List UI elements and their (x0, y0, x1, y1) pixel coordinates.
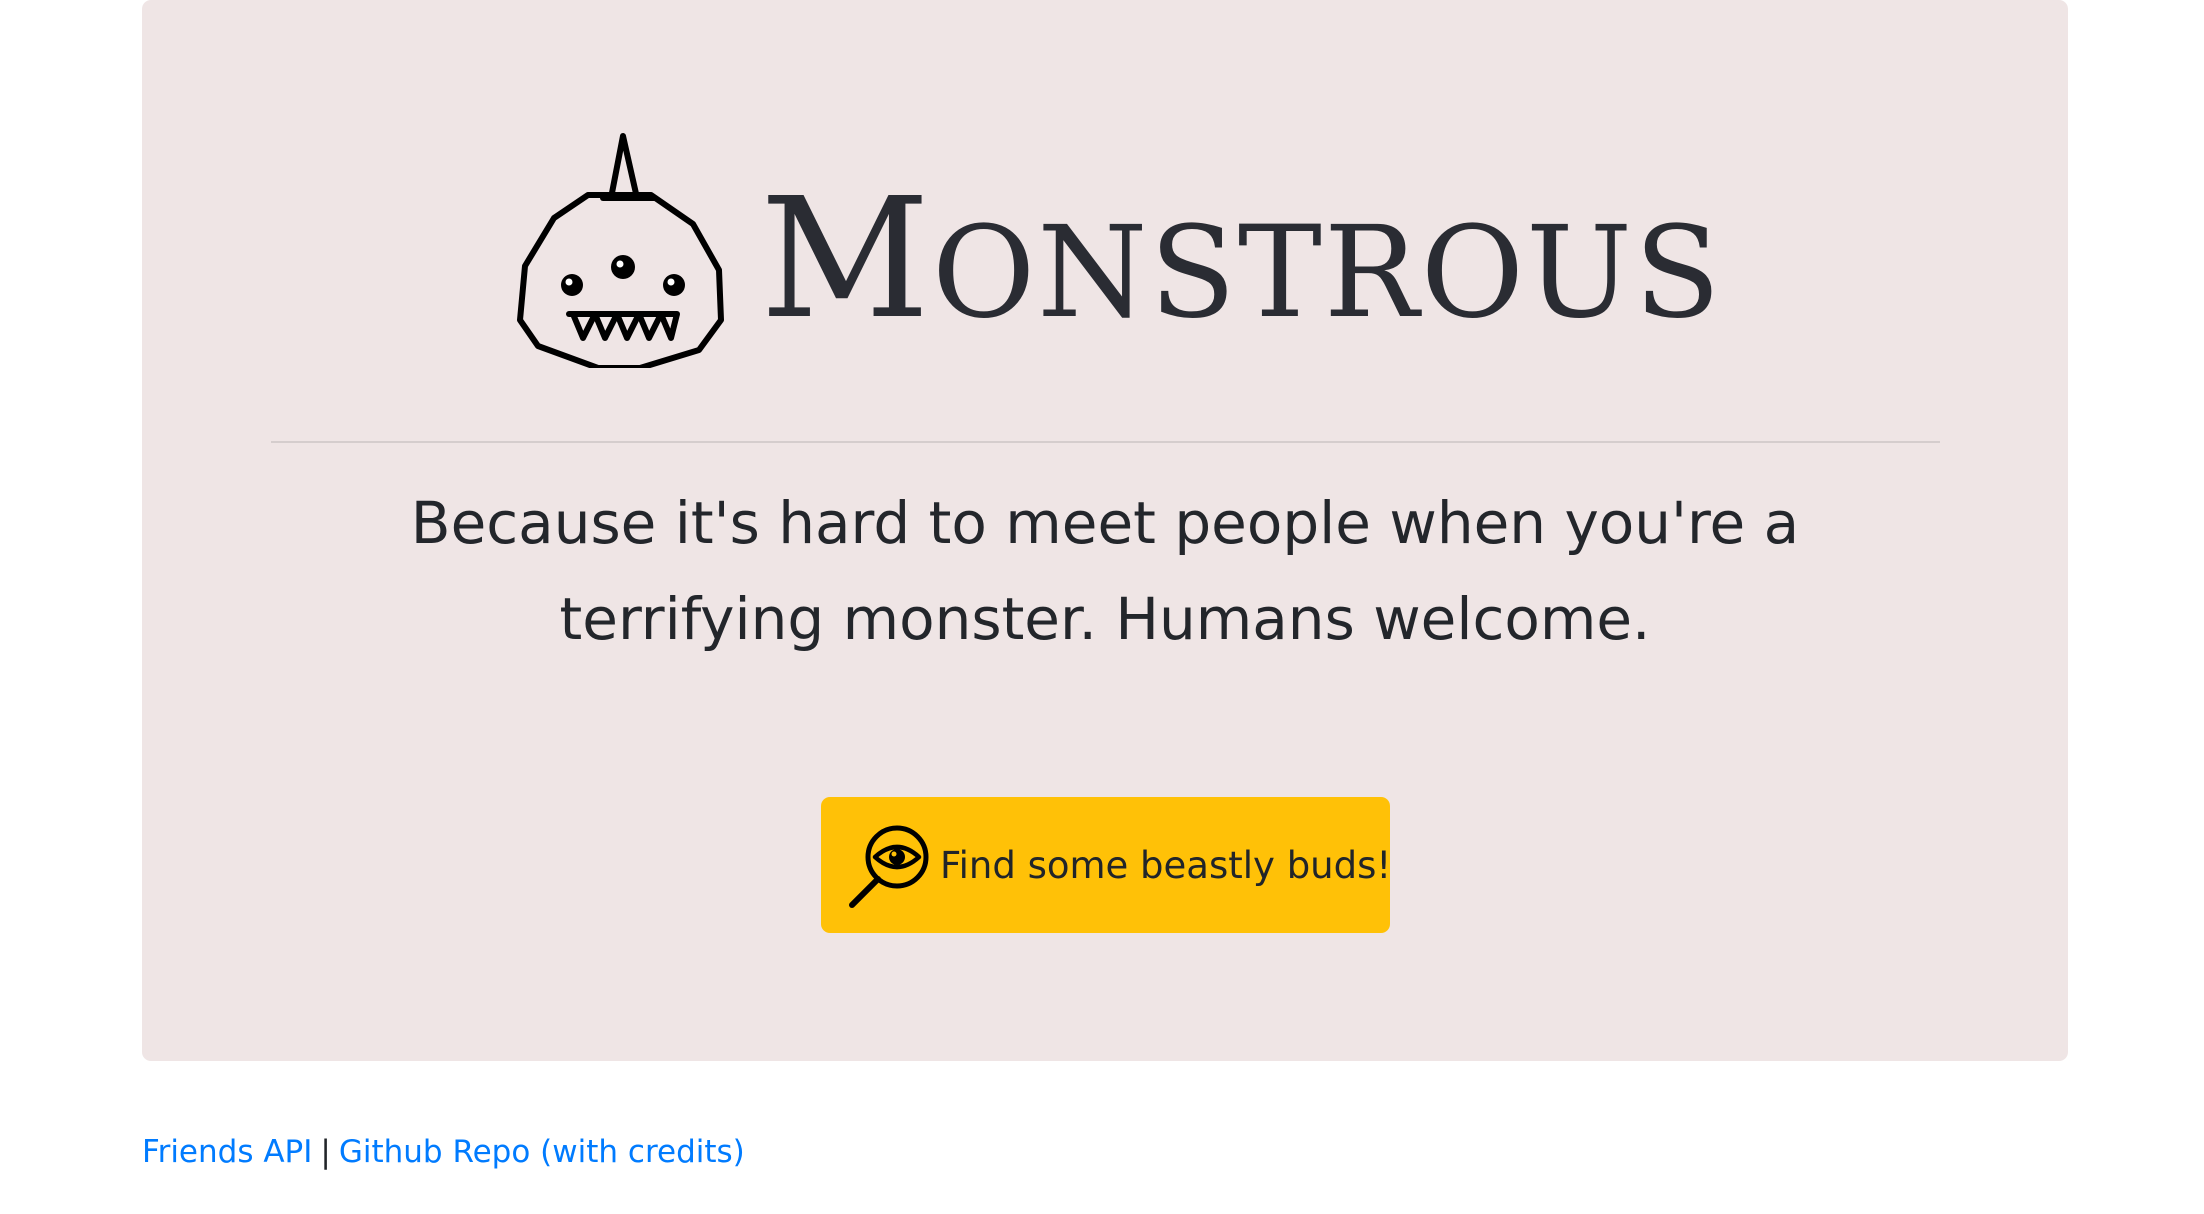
site-title-rest: ONSTROUS (931, 199, 1723, 346)
find-buds-button[interactable]: Find some beastly buds! (821, 797, 1392, 933)
brand-header: MONSTROUS (515, 132, 1723, 368)
find-buds-button-label: Find some beastly buds! (940, 843, 1392, 887)
divider (271, 441, 1940, 443)
friends-api-link[interactable]: Friends API (142, 1134, 312, 1170)
monster-face-icon (517, 133, 724, 368)
tagline: Because it's hard to meet people when yo… (410, 489, 1800, 653)
eye-magnifier-icon (849, 825, 929, 908)
footer-separator: | (320, 1134, 331, 1170)
footer-links: Friends API | Github Repo (with credits) (142, 1128, 745, 1176)
jumbotron: MONSTROUS Because it's hard to meet peop… (142, 0, 2068, 1061)
site-title-initial: M (760, 163, 932, 356)
site-title: MONSTROUS (760, 177, 1723, 343)
github-repo-link[interactable]: Github Repo (with credits) (339, 1134, 745, 1170)
